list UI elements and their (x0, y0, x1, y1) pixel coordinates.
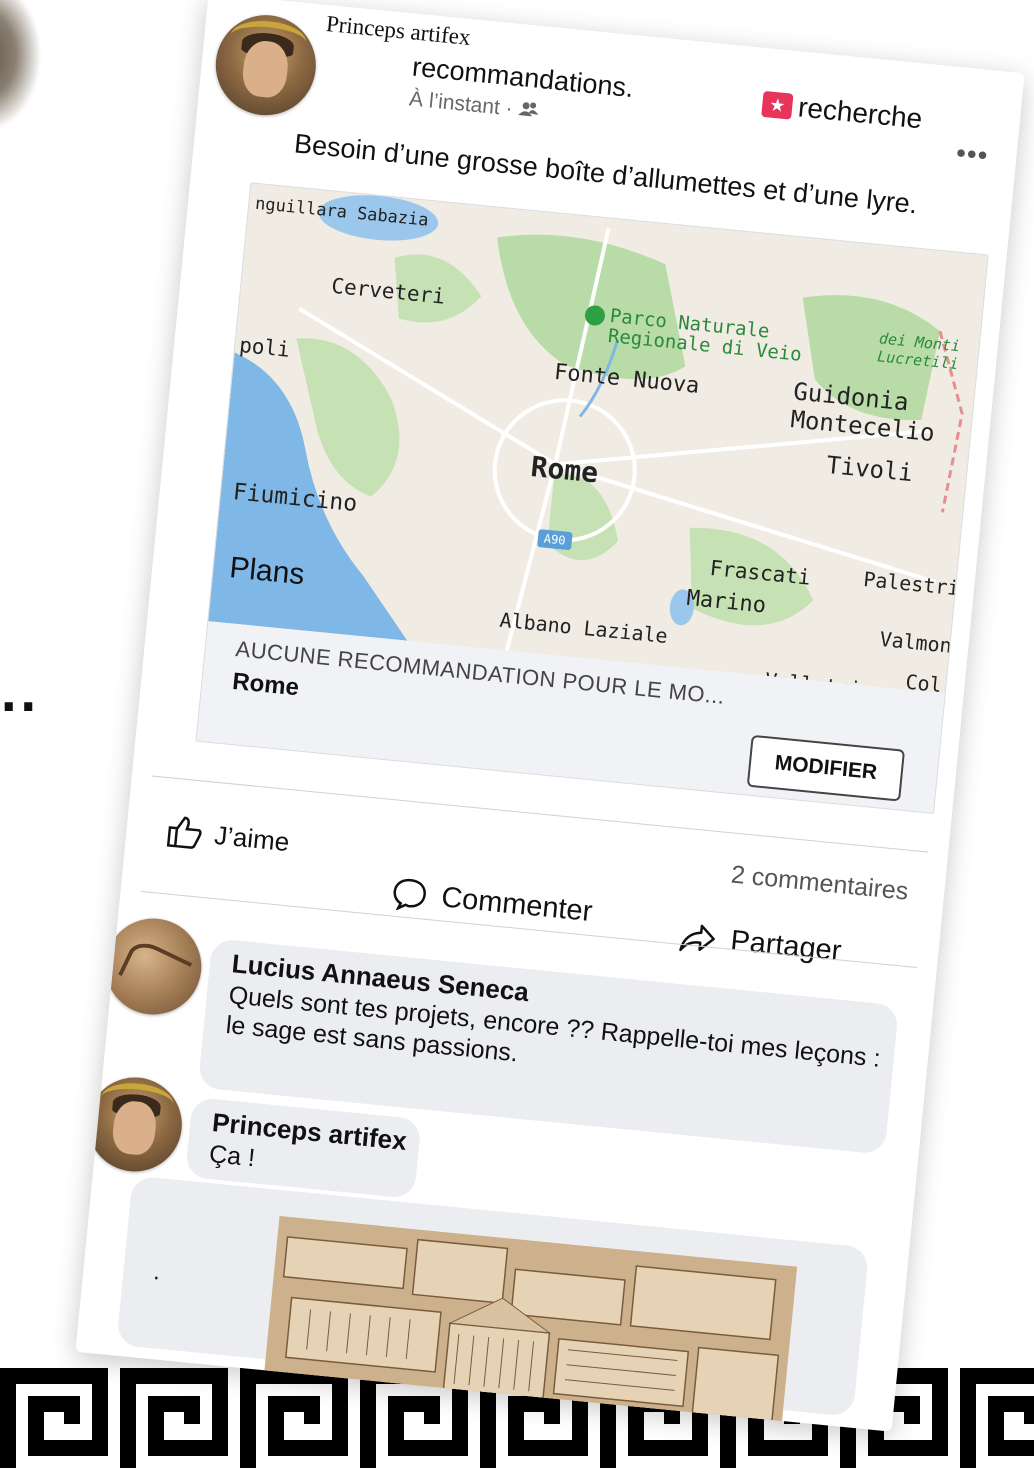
share-label: Partager (729, 924, 843, 968)
timestamp-text: À l’instant · (408, 87, 520, 121)
comment-button[interactable]: Commenter (390, 875, 594, 929)
recommendation-tag[interactable]: ★ recherche (761, 88, 924, 136)
background-ellipsis: .. (0, 668, 39, 722)
map-label-rome: Rome (529, 450, 600, 490)
princeps-comment-avatar[interactable] (83, 1073, 187, 1176)
share-arrow-icon (679, 924, 715, 951)
post-card: Princeps artifex recommandations. À l’in… (75, 0, 1025, 1432)
audience-friends-icon (517, 98, 539, 123)
post-author-name[interactable]: Princeps artifex (325, 11, 472, 51)
comment-label: Commenter (439, 880, 594, 928)
star-tag-icon: ★ (761, 90, 794, 120)
comment-text-1: Quels sont tes projets, encore ?? Rappel… (224, 981, 882, 1073)
author-avatar[interactable] (211, 10, 321, 120)
seneca-avatar[interactable] (100, 914, 206, 1019)
map-view[interactable]: nguillara Sabazia Parco Naturale Regiona… (208, 183, 988, 694)
recommendation-city: Rome (231, 667, 301, 702)
like-button[interactable]: J’aime (165, 813, 291, 859)
maps-provider-label: Plans (228, 551, 306, 592)
tag-label: recherche (796, 91, 924, 135)
modify-button[interactable]: MODIFIER (746, 734, 906, 802)
map-label-poli: poli (238, 332, 291, 362)
comment-bubble-icon (393, 878, 426, 911)
comment-text-2: Ça ! (207, 1139, 257, 1173)
background-photo-fragment (0, 0, 40, 130)
comment-count[interactable]: 2 commentaires (730, 861, 910, 907)
share-button[interactable]: Partager (677, 920, 843, 969)
more-options-icon[interactable]: ••• (955, 137, 990, 172)
attachment-dot: . (152, 1258, 162, 1286)
map-recommendation-card[interactable]: nguillara Sabazia Parco Naturale Regiona… (195, 182, 989, 814)
map-label-a90: A90 (537, 529, 573, 551)
like-label: J’aime (213, 819, 291, 857)
maps-provider-logo: Plans (228, 551, 306, 592)
thumbs-up-icon (166, 816, 202, 849)
